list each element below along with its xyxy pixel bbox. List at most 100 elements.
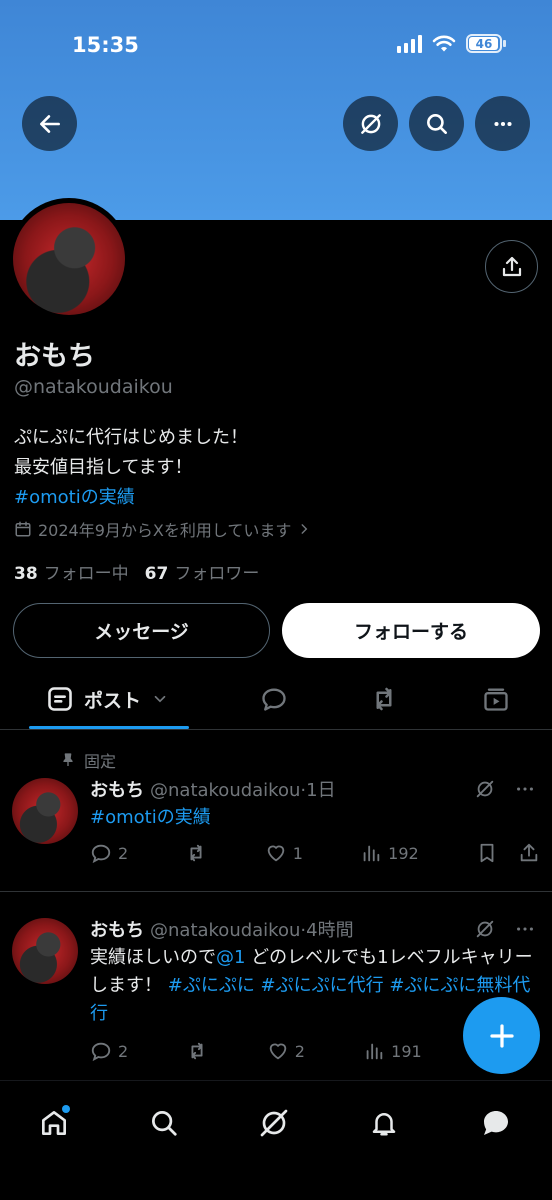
repost-icon — [190, 844, 202, 862]
notification-dot — [62, 1105, 70, 1113]
post-avatar[interactable] — [12, 918, 78, 984]
reply-count: 2 — [118, 843, 129, 863]
post-header: おもち @natakoudaikou·4時間 — [90, 916, 354, 942]
views-icon — [363, 845, 380, 862]
grok-button[interactable] — [343, 96, 398, 151]
post-item[interactable]: 固定 おもち @natakoudaikou·1日 #omotiの実績 2 1 19… — [0, 740, 552, 892]
calendar-icon — [15, 521, 31, 537]
post-actions: 2 1 192 — [90, 842, 540, 864]
joined-date[interactable]: 2024年9月からXを利用しています — [14, 517, 311, 541]
battery-icon: 46 — [466, 34, 506, 53]
following-label: フォロー中 — [43, 564, 129, 584]
battery-level: 46 — [475, 36, 493, 51]
post-author-handle[interactable]: @natakoudaikou — [150, 780, 300, 801]
search-icon — [152, 1111, 177, 1136]
bookmark-icon[interactable] — [476, 842, 498, 864]
chevron-right-icon — [301, 524, 308, 534]
nav-messages[interactable] — [476, 1103, 516, 1143]
nav-home[interactable] — [34, 1103, 74, 1143]
profile-bio: ぷにぷに代行はじめました！ 最安値目指してます！ #omotiの実績 — [14, 423, 248, 513]
post-time: ·1日 — [300, 780, 336, 801]
post-author-handle[interactable]: @natakoudaikou — [150, 920, 300, 941]
nav-search[interactable] — [144, 1103, 184, 1143]
grok-icon[interactable] — [474, 918, 496, 940]
like-button[interactable]: 1 — [265, 842, 303, 864]
message-button[interactable]: メッセージ — [13, 603, 270, 658]
followers-link[interactable]: 67 フォロワー — [145, 559, 260, 584]
video-icon — [484, 688, 508, 711]
bottom-nav — [0, 1080, 552, 1200]
search-icon — [426, 113, 447, 134]
chevron-down-icon — [154, 695, 166, 703]
bio-hashtag-link[interactable]: #omoti — [14, 487, 81, 508]
reply-button[interactable]: 2 — [90, 842, 128, 864]
post-text: #omotiの実績 — [90, 804, 540, 832]
more-icon — [493, 121, 512, 126]
post-menu — [474, 778, 536, 800]
nav-notifications[interactable] — [364, 1103, 404, 1143]
profile-avatar[interactable] — [8, 198, 130, 320]
views-icon — [366, 1043, 383, 1060]
signal-icon — [397, 34, 422, 53]
more-button[interactable] — [475, 96, 530, 151]
tab-posts[interactable]: ポスト — [46, 668, 169, 730]
post-extra-actions — [476, 842, 540, 864]
followers-count: 67 — [144, 564, 169, 584]
search-button[interactable] — [409, 96, 464, 151]
grok-icon — [360, 113, 381, 134]
follow-button[interactable]: フォローする — [282, 603, 540, 658]
repost-icon — [191, 1042, 203, 1060]
heart-icon — [267, 845, 284, 862]
heart-icon — [269, 1043, 286, 1060]
post-hashtag-link[interactable]: #omoti — [90, 807, 157, 828]
active-tab-indicator — [29, 726, 189, 729]
more-icon[interactable] — [514, 918, 536, 940]
nav-grok[interactable] — [254, 1103, 294, 1143]
bio-line-1: ぷにぷに代行はじめました！ — [14, 427, 248, 448]
grok-icon — [260, 1109, 288, 1137]
following-link[interactable]: 38 フォロー中 — [14, 559, 129, 584]
post-mention-link[interactable]: @1 — [216, 947, 245, 968]
reply-count: 2 — [118, 1041, 129, 1061]
repost-icon — [376, 687, 392, 711]
grok-icon[interactable] — [474, 778, 496, 800]
bio-line-2: 最安値目指してます！ — [14, 457, 193, 478]
like-button[interactable]: 2 — [267, 1040, 305, 1062]
view-count: 191 — [391, 1041, 422, 1061]
tab-reposts[interactable] — [364, 668, 404, 730]
pin-icon — [63, 753, 73, 766]
post-author-name[interactable]: おもち — [90, 780, 144, 801]
back-button[interactable] — [22, 96, 77, 151]
view-count: 192 — [388, 843, 419, 863]
post-header: おもち @natakoudaikou·1日 — [90, 776, 336, 802]
reply-button[interactable]: 2 — [90, 1040, 128, 1062]
pinned-text: 固定 — [84, 752, 117, 771]
views-button[interactable]: 192 — [360, 842, 419, 864]
share-icon[interactable] — [518, 842, 540, 864]
more-icon[interactable] — [514, 778, 536, 800]
following-count: 38 — [14, 564, 38, 584]
repost-button[interactable] — [185, 842, 207, 864]
share-icon — [502, 256, 521, 276]
tab-media[interactable] — [476, 668, 516, 730]
bio-line-3: #omotiの実績 — [14, 483, 248, 513]
views-button[interactable]: 191 — [363, 1040, 422, 1062]
reply-icon — [91, 844, 111, 864]
repost-button[interactable] — [186, 1040, 208, 1062]
like-count: 1 — [292, 843, 303, 863]
reply-icon — [91, 1042, 111, 1062]
post-hashtag-suffix[interactable]: の実績 — [157, 807, 211, 828]
compose-button[interactable] — [463, 997, 540, 1074]
bio-hashtag-suffix[interactable]: の実績 — [81, 487, 135, 508]
post-menu — [474, 918, 536, 940]
posts-icon — [48, 687, 72, 711]
tab-replies[interactable] — [254, 668, 294, 730]
profile-name: おもち — [14, 341, 95, 372]
share-button[interactable] — [485, 240, 538, 293]
joined-text: 2024年9月からXを利用しています — [38, 521, 292, 540]
post-author-name[interactable]: おもち — [90, 920, 144, 941]
status-time: 15:35 — [72, 33, 139, 57]
post-avatar[interactable] — [12, 778, 78, 844]
reply-icon — [262, 688, 286, 711]
tab-posts-label: ポスト — [84, 689, 142, 712]
